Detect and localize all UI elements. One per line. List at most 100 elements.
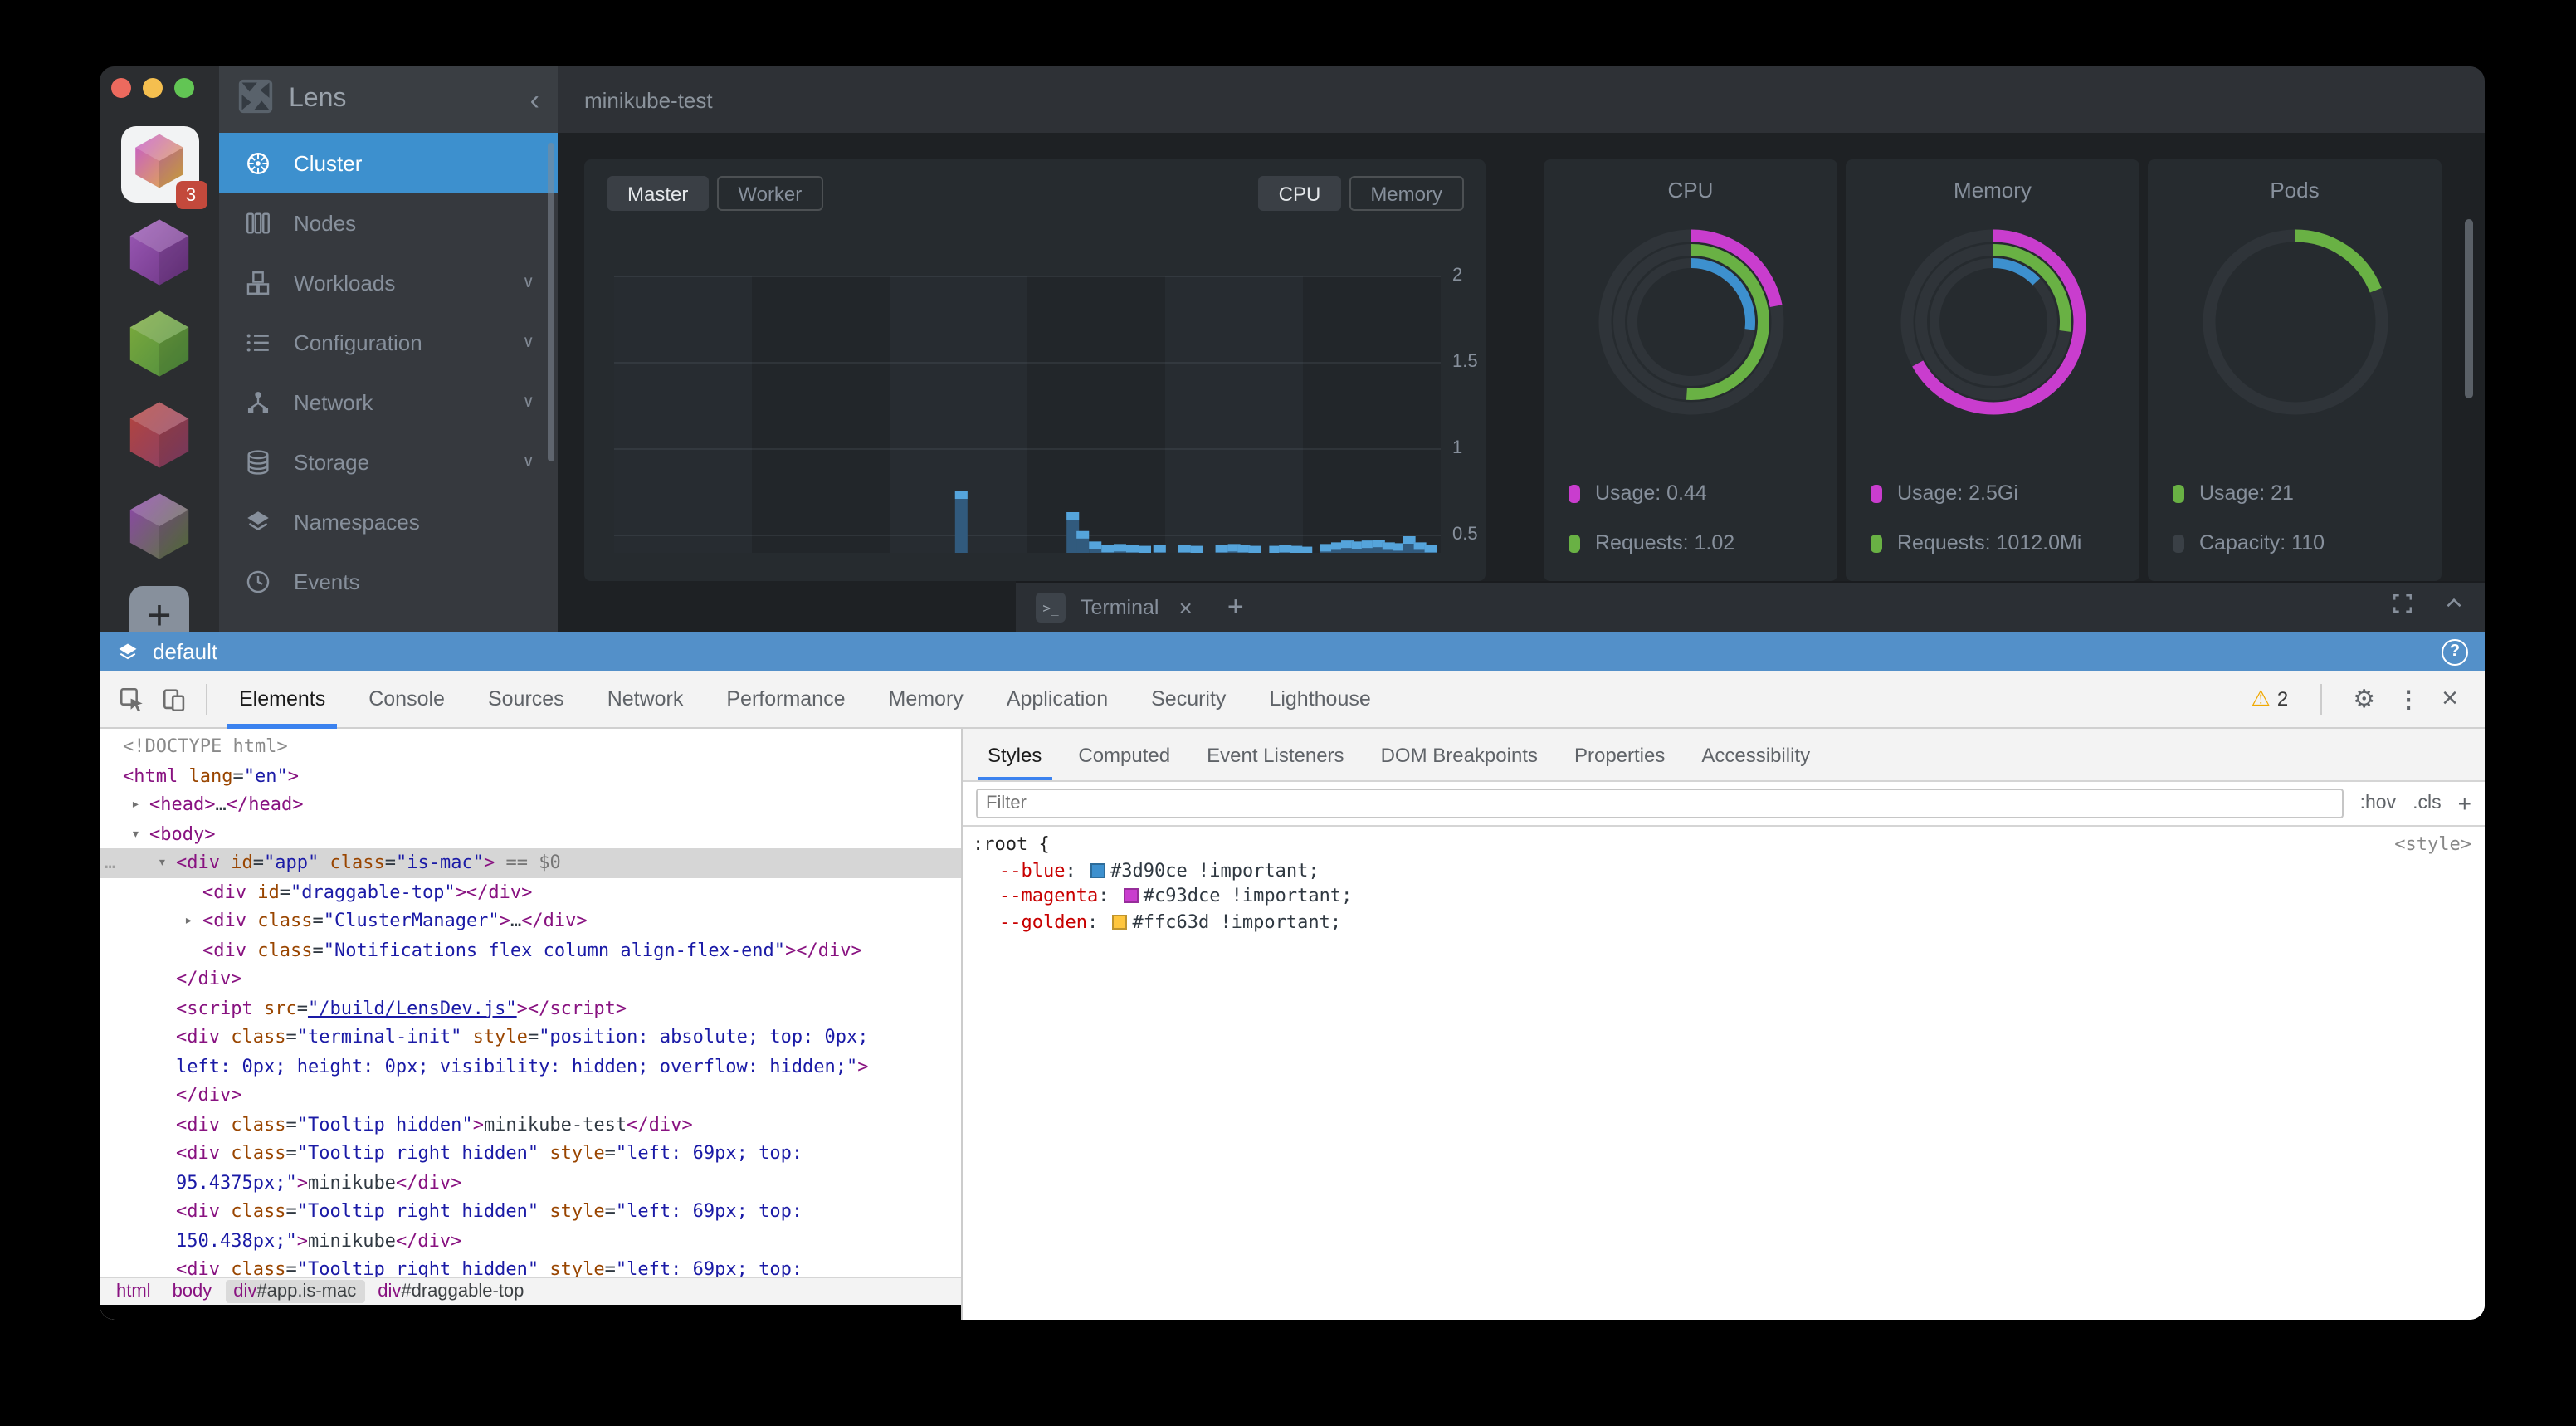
sidebar-scrollbar[interactable] [548, 143, 554, 461]
cpu-donut-chart [1594, 226, 1787, 418]
sidebar-item-workloads[interactable]: Workloads∨ [219, 252, 558, 312]
dom-node[interactable]: <html lang="en"> [100, 761, 961, 790]
sidebar-item-events[interactable]: Events [219, 551, 558, 611]
devtools-tab-lighthouse[interactable]: Lighthouse [1247, 670, 1392, 728]
breadcrumb-item[interactable]: html [108, 1280, 159, 1303]
gear-icon[interactable]: ⚙ [2353, 684, 2375, 714]
terminal-fullscreen-icon[interactable] [2392, 593, 2413, 623]
dom-node[interactable]: ▾<body> [100, 819, 961, 848]
toggle-classes[interactable]: .cls [2413, 794, 2442, 813]
devtools-tab-memory[interactable]: Memory [867, 670, 985, 728]
devtools-tab-application[interactable]: Application [985, 670, 1129, 728]
css-variable-row[interactable]: --golden: #ffc63d !important; [973, 909, 2471, 935]
terminal-icon: >_ [1036, 593, 1066, 623]
close-window-button[interactable] [111, 78, 131, 98]
styles-filter-input[interactable] [976, 789, 2344, 818]
css-variable-row[interactable]: --magenta: #c93dce !important; [973, 883, 2471, 909]
metrics-scrollbar[interactable] [2465, 219, 2473, 398]
inspect-element-icon[interactable] [110, 679, 153, 719]
styles-subtab-computed[interactable]: Computed [1060, 729, 1188, 780]
hexagon-cluster-icon [123, 489, 196, 570]
css-selector[interactable]: :root { [973, 832, 1050, 857]
cluster-dock-item[interactable] [120, 217, 198, 294]
terminal-close-icon[interactable]: × [1179, 594, 1193, 621]
toolbar-divider [206, 683, 207, 715]
expand-arrow-icon[interactable]: ▾ [131, 821, 140, 850]
toggle-hover-state[interactable]: :hov [2360, 794, 2397, 813]
expand-arrow-icon[interactable]: ▸ [131, 792, 140, 821]
dom-node[interactable]: <div id="draggable-top"></div> [100, 877, 961, 906]
toggle-memory[interactable]: Memory [1349, 176, 1464, 211]
network-icon [242, 387, 272, 417]
cluster-dock-item[interactable] [120, 491, 198, 568]
dom-node[interactable]: <div class="terminal-init" style="positi… [100, 1023, 961, 1081]
styles-subtab-dom-breakpoints[interactable]: DOM Breakpoints [1363, 729, 1556, 780]
devtools-toolbar-right: ⚠ 2 ⚙ ⋮ × [2252, 682, 2475, 715]
dom-node[interactable]: <div class="Tooltip right hidden" style=… [100, 1255, 961, 1277]
chevron-down-icon: ∨ [522, 393, 534, 411]
dom-node[interactable]: ▸<head>…</head> [100, 790, 961, 819]
sidebar-header: Lens ‹ [219, 66, 558, 133]
device-toolbar-icon[interactable] [153, 679, 196, 719]
devtools-tab-elements[interactable]: Elements [217, 670, 347, 728]
styles-subtab-styles[interactable]: Styles [969, 729, 1060, 780]
sidebar-item-nodes[interactable]: Nodes [219, 193, 558, 252]
devtools-tab-network[interactable]: Network [586, 670, 705, 728]
collapse-sidebar-icon[interactable]: ‹ [530, 85, 539, 114]
expand-arrow-icon[interactable]: ▸ [184, 908, 193, 937]
devtools-tab-security[interactable]: Security [1129, 670, 1247, 728]
devtools-tab-performance[interactable]: Performance [705, 670, 866, 728]
metric-type-toggle: CPUMemory [1259, 176, 1472, 211]
close-devtools-icon[interactable]: × [2442, 682, 2458, 715]
breadcrumb-item[interactable]: div#app.is-mac [225, 1280, 364, 1303]
toggle-cpu[interactable]: CPU [1259, 176, 1341, 211]
cluster-dock-item[interactable] [120, 400, 198, 476]
expand-arrow-icon[interactable]: ▾ [158, 850, 167, 879]
color-swatch[interactable] [1124, 888, 1139, 903]
sidebar-item-namespaces[interactable]: Namespaces [219, 491, 558, 551]
styles-subtab-event-listeners[interactable]: Event Listeners [1188, 729, 1362, 780]
namespace-label[interactable]: default [153, 639, 217, 664]
minimize-window-button[interactable] [143, 78, 163, 98]
breadcrumb-item[interactable]: body [164, 1280, 221, 1303]
dom-node[interactable]: <div class="Tooltip hidden">minikube-tes… [100, 1110, 961, 1139]
tab-master[interactable]: Master [607, 176, 708, 211]
dom-node[interactable]: <div class="Tooltip right hidden" style=… [100, 1197, 961, 1255]
dom-node[interactable]: <div class="Notifications flex column al… [100, 935, 961, 965]
color-swatch[interactable] [1112, 914, 1127, 929]
devtools-panel: ElementsConsoleSourcesNetworkPerformance… [100, 671, 2485, 1320]
css-variable-row[interactable]: --blue: #3d90ce !important; [973, 857, 2471, 883]
legend-swatch [1569, 534, 1580, 552]
terminal-add-icon[interactable]: + [1227, 591, 1244, 624]
cluster-dock-item[interactable] [120, 309, 198, 385]
lens-app-window: 3 + Lens ‹ [100, 66, 2485, 1320]
terminal-tab[interactable]: Terminal [1081, 596, 1159, 619]
dom-node[interactable]: </div> [100, 1081, 961, 1110]
kebab-menu-icon[interactable]: ⋮ [2397, 685, 2420, 713]
devtools-tab-sources[interactable]: Sources [466, 670, 586, 728]
styles-subtab-properties[interactable]: Properties [1556, 729, 1683, 780]
sidebar-item-network[interactable]: Network∨ [219, 372, 558, 432]
breadcrumb-item[interactable]: div#draggable-top [369, 1280, 532, 1303]
cluster-dock-item[interactable]: 3 [120, 126, 198, 203]
style-source-link[interactable]: <style> [2394, 832, 2471, 857]
dom-node[interactable]: </div> [100, 965, 961, 994]
terminal-collapse-icon[interactable] [2443, 593, 2465, 623]
sidebar-item-storage[interactable]: Storage∨ [219, 432, 558, 491]
warnings-badge[interactable]: ⚠ 2 [2252, 686, 2289, 712]
dom-node-selected[interactable]: …▾<div id="app" class="is-mac"> == $0 [100, 848, 961, 877]
sidebar-item-configuration[interactable]: Configuration∨ [219, 312, 558, 372]
new-style-rule-icon[interactable]: + [2458, 790, 2471, 817]
dom-node[interactable]: <!DOCTYPE html> [100, 732, 961, 761]
dom-node[interactable]: ▸<div class="ClusterManager">…</div> [100, 906, 961, 935]
zoom-window-button[interactable] [174, 78, 194, 98]
tab-worker[interactable]: Worker [716, 176, 823, 211]
color-swatch[interactable] [1090, 862, 1105, 877]
devtools-tab-console[interactable]: Console [347, 670, 466, 728]
help-icon[interactable]: ? [2442, 638, 2468, 665]
sidebar-item-cluster[interactable]: Cluster [219, 133, 558, 193]
styles-subtab-accessibility[interactable]: Accessibility [1683, 729, 1828, 780]
dom-node[interactable]: <script src="/build/LensDev.js"></script… [100, 994, 961, 1023]
dom-node[interactable]: <div class="Tooltip right hidden" style=… [100, 1139, 961, 1197]
y-axis-tick: 1 [1452, 438, 1486, 458]
